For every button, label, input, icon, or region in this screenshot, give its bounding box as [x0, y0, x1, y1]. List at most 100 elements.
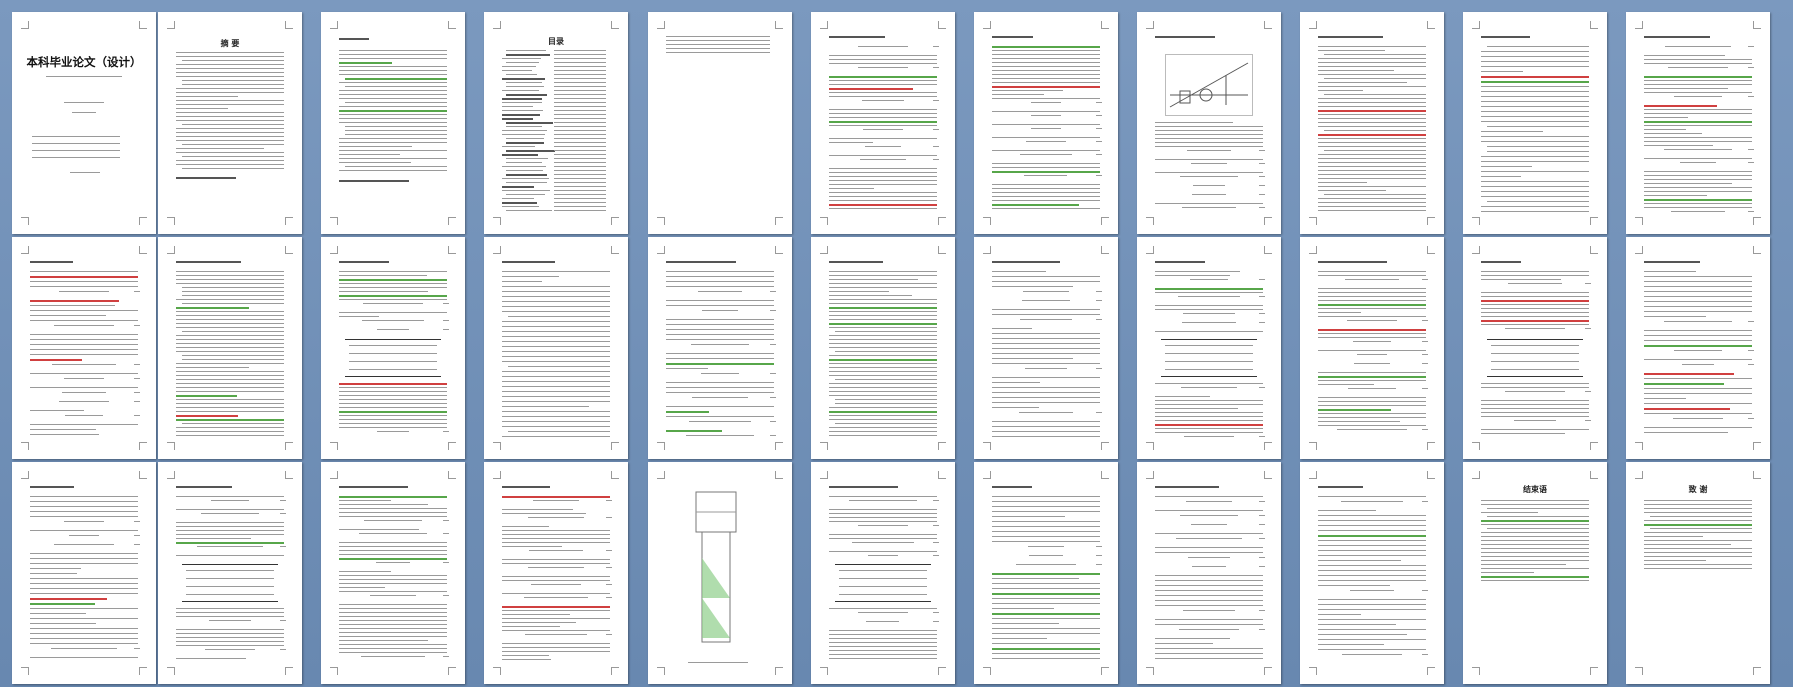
text-line — [1481, 564, 1567, 565]
text-line — [1337, 429, 1407, 430]
text-line — [1180, 387, 1238, 388]
text-line — [176, 56, 284, 57]
text-line — [339, 54, 447, 55]
page-thumbnail[interactable]: 本科毕业论文（设计） — [12, 12, 156, 234]
page-thumbnail[interactable] — [321, 237, 465, 459]
page-thumbnail[interactable] — [12, 462, 156, 684]
text-line — [554, 198, 606, 199]
crop-mark — [285, 217, 293, 225]
crop-mark — [657, 246, 665, 254]
text-line — [1096, 141, 1102, 142]
text-line — [992, 536, 1100, 537]
crop-mark — [1753, 667, 1761, 675]
crop-mark — [493, 471, 501, 479]
text-line — [1481, 96, 1589, 97]
text-line — [339, 496, 447, 498]
page-thumbnail[interactable] — [811, 237, 955, 459]
page-thumbnail[interactable] — [648, 12, 792, 234]
page-thumbnail[interactable] — [1300, 237, 1444, 459]
text-line — [992, 402, 1100, 403]
text-line — [1644, 568, 1752, 569]
page-thumbnail[interactable] — [974, 12, 1118, 234]
page-thumbnail[interactable] — [1626, 12, 1770, 234]
page-thumbnail[interactable] — [321, 462, 465, 684]
text-line — [829, 287, 937, 288]
text-line — [1324, 150, 1426, 151]
page-thumbnail[interactable] — [1463, 237, 1607, 459]
page-thumbnail[interactable] — [1300, 462, 1444, 684]
text-line — [1318, 74, 1426, 75]
page-thumbnail[interactable] — [484, 462, 628, 684]
text-line — [30, 305, 116, 306]
text-line — [1179, 515, 1239, 516]
page-thumbnail[interactable] — [974, 237, 1118, 459]
page-thumbnail[interactable] — [1137, 12, 1281, 234]
page-thumbnail[interactable] — [974, 462, 1118, 684]
page-thumbnail[interactable] — [484, 237, 628, 459]
text-line — [176, 379, 284, 380]
crop-mark — [139, 21, 147, 29]
page-thumbnail[interactable] — [648, 237, 792, 459]
page-thumbnail[interactable] — [1626, 237, 1770, 459]
page-thumbnail[interactable] — [158, 237, 302, 459]
text-line — [1155, 533, 1263, 534]
text-line — [554, 66, 606, 67]
page-thumbnail[interactable]: 目录 — [484, 12, 628, 234]
page-thumbnail[interactable] — [811, 462, 955, 684]
text-line — [829, 155, 937, 156]
text-line — [606, 597, 612, 598]
text-line — [30, 638, 138, 639]
text-line — [554, 54, 606, 55]
text-line — [1318, 413, 1426, 414]
text-line — [502, 396, 610, 397]
text-line — [851, 542, 915, 543]
text-line — [339, 575, 447, 576]
crop-mark — [1101, 471, 1109, 479]
text-line — [1422, 501, 1428, 502]
text-line — [554, 94, 606, 95]
text-line — [176, 72, 284, 73]
text-line — [1481, 504, 1589, 505]
page-thumbnail[interactable]: 致 谢 — [1626, 462, 1770, 684]
page-thumbnail[interactable] — [1137, 237, 1281, 459]
page-thumbnail[interactable] — [12, 237, 156, 459]
text-line — [176, 435, 284, 436]
text-line — [829, 138, 937, 139]
page-thumbnail[interactable] — [158, 462, 302, 684]
text-line — [1481, 433, 1565, 434]
text-line — [666, 286, 774, 287]
text-line — [554, 98, 606, 99]
page-thumbnail[interactable]: 摘 要 — [158, 12, 302, 234]
text-line — [530, 584, 582, 585]
text-line — [339, 98, 447, 99]
text-line — [992, 333, 1100, 334]
text-line — [339, 261, 390, 263]
text-line — [829, 658, 937, 659]
text-line — [1259, 313, 1265, 314]
page-thumbnail[interactable] — [1300, 12, 1444, 234]
text-line — [992, 407, 1040, 408]
text-line — [554, 190, 606, 191]
text-line — [502, 534, 610, 535]
text-line — [1155, 643, 1214, 644]
text-line — [502, 371, 610, 372]
text-line — [1318, 178, 1426, 179]
text-line — [1748, 364, 1754, 365]
text-line — [992, 583, 1100, 584]
text-line — [829, 339, 937, 340]
page-thumbnail[interactable] — [1137, 462, 1281, 684]
text-line — [376, 562, 410, 563]
text-line — [1481, 161, 1589, 162]
text-line — [339, 591, 447, 592]
page-thumbnail[interactable] — [648, 462, 792, 684]
page-thumbnail[interactable] — [811, 12, 955, 234]
page-thumbnail[interactable] — [1463, 12, 1607, 234]
text-line — [829, 521, 937, 522]
text-line — [502, 651, 610, 652]
page-thumbnail[interactable]: 结束语 — [1463, 462, 1607, 684]
text-line — [554, 50, 606, 51]
text-line — [829, 208, 937, 209]
page-thumbnail[interactable] — [321, 12, 465, 234]
text-line — [1155, 305, 1263, 306]
text-line — [1481, 500, 1589, 501]
